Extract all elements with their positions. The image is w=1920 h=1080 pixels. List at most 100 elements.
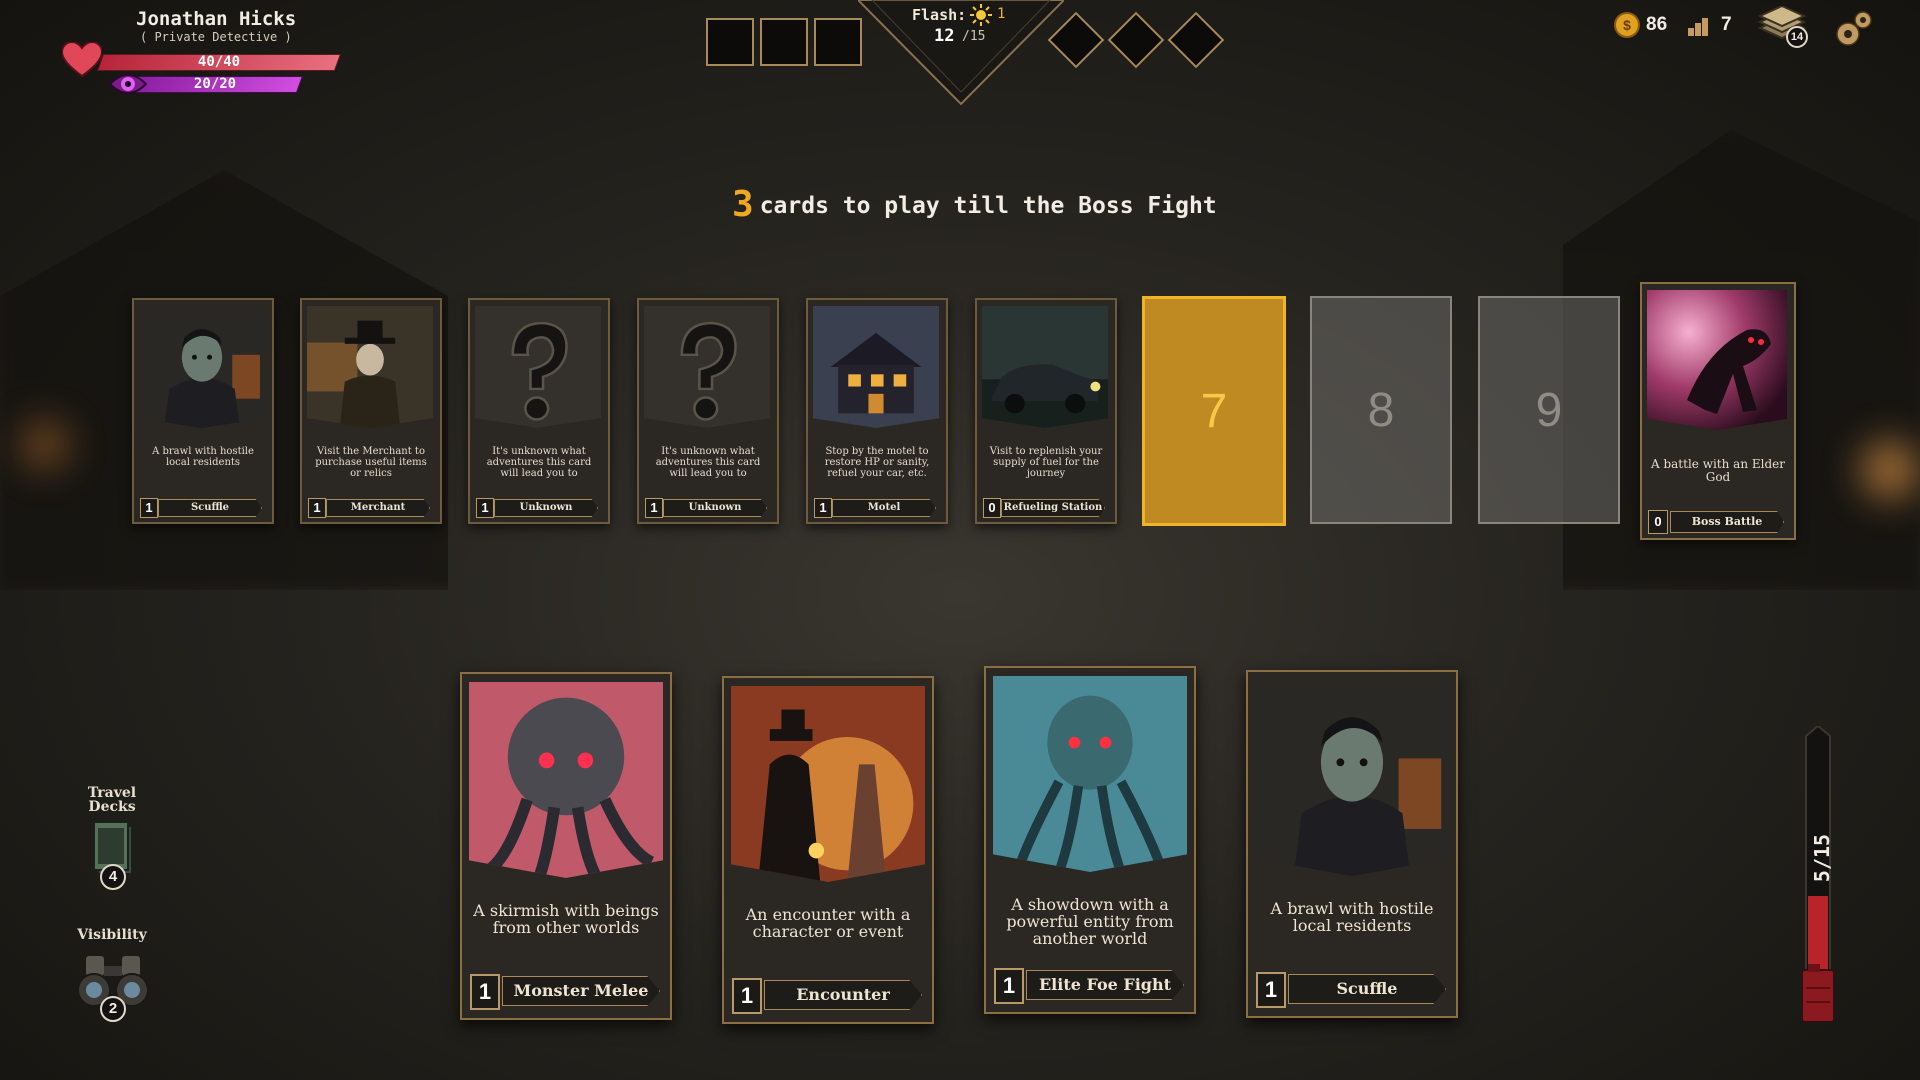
- path-card-art: [644, 306, 770, 428]
- level-icon: [1688, 18, 1708, 36]
- hand-card-name: Elite Foe Fight: [1026, 970, 1184, 1000]
- card-art-unknown: [475, 306, 601, 428]
- path-card-art: [139, 306, 265, 428]
- travel-decks-button[interactable]: 4: [90, 820, 138, 892]
- hand-card[interactable]: A showdown with a powerful entity from a…: [984, 666, 1196, 1014]
- hand-card-cost: 1: [470, 974, 500, 1010]
- path-card-footer: 1 Scuffle: [140, 498, 264, 518]
- path-card[interactable]: Visit to replenish your supply of fuel f…: [975, 298, 1117, 524]
- hand-card-description: An encounter with a character or event: [745, 905, 911, 941]
- boss-card-art: [1647, 290, 1787, 430]
- health-value: 40/40: [197, 54, 241, 70]
- card-art-monster: [469, 682, 663, 878]
- path-card-name: Refueling Station: [1001, 499, 1105, 517]
- relic-slot[interactable]: [1167, 11, 1225, 69]
- fuel-gauge-label: 5/15: [1810, 833, 1834, 883]
- path-card-cost: 1: [476, 498, 494, 518]
- path-card-name: Motel: [832, 499, 936, 517]
- hand-card-description: A brawl with hostile local residents: [1270, 899, 1434, 935]
- path-card-name: Merchant: [326, 499, 430, 517]
- path-card[interactable]: Stop by the motel to restore HP or sanit…: [806, 298, 948, 524]
- path-card[interactable]: A brawl with hostile local residents 1 S…: [132, 298, 274, 524]
- path-card[interactable]: It's unknown what adventures this card w…: [637, 298, 779, 524]
- boss-card-description: A battle with an Elder God: [1650, 457, 1785, 484]
- hand-card-cost: 1: [994, 968, 1024, 1004]
- hand-card[interactable]: A brawl with hostile local residents 1 S…: [1246, 670, 1458, 1018]
- card-art-car: [982, 306, 1108, 428]
- hand-card-art: [993, 676, 1187, 872]
- path-card-description: Stop by the motel to restore HP or sanit…: [824, 446, 930, 479]
- level-count: 7: [1721, 14, 1732, 35]
- path-card-description: A brawl with hostile local residents: [152, 446, 254, 468]
- travel-decks-count: 4: [100, 864, 126, 890]
- card-art-encounter: [731, 686, 925, 882]
- card-art-unknown: [644, 306, 770, 428]
- hand-card[interactable]: An encounter with a character or event 1…: [722, 676, 934, 1024]
- background-lamp-glow: [20, 420, 70, 470]
- hand-card-art: [1255, 680, 1449, 876]
- path-slot-number: 7: [1200, 384, 1228, 438]
- path-card-cost: 1: [814, 498, 832, 518]
- deck-button[interactable]: 14: [1756, 4, 1808, 48]
- gear-icon[interactable]: [1834, 8, 1874, 48]
- hand-card[interactable]: A skirmish with beings from other worlds…: [460, 672, 672, 1020]
- path-slot-8[interactable]: 8: [1310, 296, 1452, 524]
- path-card-description: Visit to replenish your supply of fuel f…: [989, 446, 1103, 479]
- path-slot-7[interactable]: 7: [1142, 296, 1286, 526]
- hand-card-name: Monster Melee: [502, 976, 660, 1006]
- player-class: ( Private Detective ): [140, 30, 292, 44]
- path-slot-number: 8: [1367, 383, 1395, 437]
- boss-card[interactable]: A battle with an Elder God 0 Boss Battle: [1640, 282, 1796, 540]
- card-art-thug: [1255, 680, 1449, 876]
- turn-max: /15: [962, 29, 986, 44]
- path-card-description: It's unknown what adventures this card w…: [655, 446, 761, 479]
- health-bar: 40/40: [96, 54, 342, 71]
- hand-card-footer: 1 Scuffle: [1256, 972, 1448, 1008]
- relic-slot[interactable]: [1107, 11, 1165, 69]
- eye-icon: [108, 74, 148, 94]
- path-card-art: [475, 306, 601, 428]
- hand-card-footer: 1 Monster Melee: [470, 974, 662, 1010]
- path-card-cost: 1: [308, 498, 326, 518]
- path-card-footer: 1 Merchant: [308, 498, 432, 518]
- visibility-label: Visibility: [77, 927, 147, 943]
- hand-card-art: [731, 686, 925, 882]
- svg-text:$: $: [1623, 17, 1631, 33]
- path-slot-number: 9: [1535, 383, 1563, 437]
- coins-count: 86: [1646, 14, 1668, 35]
- path-card-art: [307, 306, 433, 428]
- visibility-indicator: 2: [76, 952, 150, 1026]
- path-card[interactable]: Visit the Merchant to purchase useful it…: [300, 298, 442, 524]
- item-slot[interactable]: [814, 18, 862, 66]
- path-card-name: Unknown: [663, 499, 767, 517]
- path-card-footer: 1 Motel: [814, 498, 938, 518]
- path-card-art: [982, 306, 1108, 428]
- boss-countdown-text: cards to play till the Boss Fight: [759, 193, 1217, 219]
- card-art-thug: [139, 306, 265, 428]
- hand-card-art: [469, 682, 663, 878]
- turn-current: 12: [934, 26, 955, 46]
- elder-god-image: [1647, 290, 1787, 430]
- path-card[interactable]: It's unknown what adventures this card w…: [468, 298, 610, 524]
- travel-decks-label: Travel Decks: [87, 785, 137, 815]
- sanity-bar: 20/20: [126, 76, 304, 93]
- coin-icon: $: [1614, 12, 1640, 38]
- path-card-footer: 1 Unknown: [476, 498, 600, 518]
- card-art-merchant: [307, 306, 433, 428]
- visibility-value: 2: [100, 996, 126, 1022]
- path-card-name: Unknown: [494, 499, 598, 517]
- hand-card-cost: 1: [732, 978, 762, 1014]
- card-art-elite: [993, 676, 1187, 872]
- path-card-description: It's unknown what adventures this card w…: [486, 446, 592, 479]
- path-card-art: [813, 306, 939, 428]
- hand-card-footer: 1 Encounter: [732, 978, 924, 1014]
- boss-card-footer: 0 Boss Battle: [1648, 510, 1786, 534]
- path-slot-9[interactable]: 9: [1478, 296, 1620, 524]
- boss-countdown: 3 cards to play till the Boss Fight: [732, 184, 1217, 225]
- sanity-value: 20/20: [193, 76, 237, 92]
- item-slot[interactable]: [760, 18, 808, 66]
- flash-value: 1: [997, 6, 1006, 22]
- path-card-footer: 1 Unknown: [645, 498, 769, 518]
- boss-card-name: Boss Battle: [1670, 511, 1784, 533]
- item-slot[interactable]: [706, 18, 754, 66]
